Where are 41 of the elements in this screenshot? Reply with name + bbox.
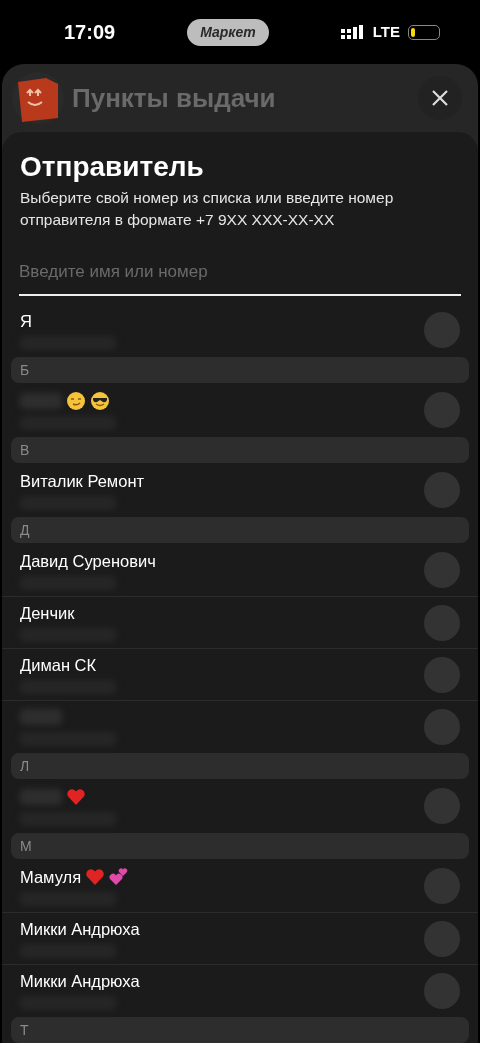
section-letter: В <box>11 437 469 464</box>
contact-name: Мамуля <box>20 866 82 887</box>
battery-icon <box>408 24 440 40</box>
network-label: LTE <box>372 21 400 42</box>
section-letter: Б <box>11 357 469 384</box>
close-icon <box>431 89 449 107</box>
radio-button[interactable] <box>424 868 460 905</box>
sheet-title: Пункты выдачи <box>72 81 276 115</box>
radio-button[interactable] <box>424 552 460 589</box>
section-letter: М <box>11 833 469 860</box>
radio-button[interactable] <box>424 656 460 693</box>
contact-name: Давид Суренович <box>20 550 156 571</box>
instruction-text: Выберите свой номер из списка или введите номер отправителя в формате +7 9XX XXX-XX-XX <box>19 187 395 230</box>
sunglasses-smiley-icon <box>90 390 110 411</box>
hearts-icon <box>109 866 130 887</box>
radio-button[interactable] <box>424 312 460 349</box>
radio-button[interactable] <box>424 972 460 1009</box>
section-letter: Т <box>11 1017 469 1043</box>
radio-button[interactable] <box>424 788 460 825</box>
radio-button[interactable] <box>424 392 460 429</box>
section-letter: Д <box>11 517 469 544</box>
contact-name: Денчик <box>20 603 75 624</box>
search-field[interactable]: Введите имя или номер <box>19 258 461 297</box>
heart-icon <box>66 786 86 807</box>
radio-button[interactable] <box>424 708 460 745</box>
section-letter: Л <box>11 753 469 780</box>
contact-name: Микки Андрюха <box>20 919 140 940</box>
section-title: Отправитель <box>19 150 205 184</box>
smiley-icon <box>66 390 86 411</box>
close-button[interactable] <box>418 76 462 120</box>
status-time: 17:09 <box>64 20 116 45</box>
contact-name: Я <box>20 310 32 331</box>
radio-button[interactable] <box>424 604 460 641</box>
contact-name: Диман СК <box>20 655 97 676</box>
signal-icon <box>340 25 365 39</box>
contact-name: Микки Андрюха <box>20 971 140 992</box>
radio-button[interactable] <box>424 920 460 957</box>
radio-button[interactable] <box>424 472 460 509</box>
contact-name: Виталик Ремонт <box>20 470 145 491</box>
heart-icon <box>85 866 106 887</box>
app-pill: Маркет <box>187 18 269 46</box>
